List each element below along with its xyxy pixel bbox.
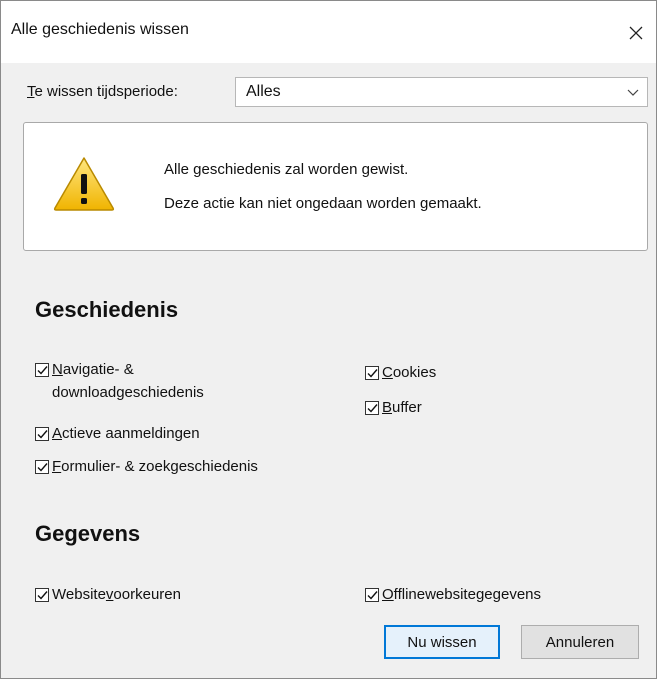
checkbox-box[interactable]	[35, 460, 49, 474]
clear-now-button[interactable]: Nu wissen	[384, 625, 500, 659]
checkmark-icon	[37, 590, 48, 600]
time-range-select[interactable]: Alles	[235, 77, 648, 107]
checkbox-browsing-download-history[interactable]: Navigatie- & downloadgeschiedenis	[35, 358, 204, 404]
history-heading: Geschiedenis	[35, 297, 179, 322]
checkmark-icon	[37, 429, 48, 439]
checkbox-box[interactable]	[35, 588, 49, 602]
chevron-down-icon	[627, 89, 639, 96]
close-button[interactable]	[616, 15, 656, 51]
checkbox-box[interactable]	[365, 366, 379, 380]
checkbox-site-preferences[interactable]: Websitevoorkeuren	[35, 583, 181, 606]
warning-icon	[53, 157, 115, 211]
checkmark-icon	[37, 462, 48, 472]
cancel-button[interactable]: Annuleren	[521, 625, 639, 659]
clear-history-dialog: Alle geschiedenis wissen Te wissen tijds…	[0, 0, 657, 679]
checkbox-box[interactable]	[365, 588, 379, 602]
warning-message: Alle geschiedenis zal worden gewist.	[164, 161, 409, 178]
checkbox-offline-website-data[interactable]: Offlinewebsitegegevens	[365, 583, 541, 606]
close-icon	[629, 26, 643, 40]
checkmark-icon	[367, 403, 378, 413]
checkbox-cookies[interactable]: Cookies	[365, 361, 436, 384]
title-bar: Alle geschiedenis wissen	[1, 1, 656, 63]
dialog-content: Te wissen tijdsperiode: Alles Alle gesch…	[1, 63, 656, 678]
time-range-label: Te wissen tijdsperiode:	[27, 83, 178, 100]
checkbox-active-logins[interactable]: Actieve aanmeldingen	[35, 422, 200, 445]
checkmark-icon	[367, 368, 378, 378]
dialog-title: Alle geschiedenis wissen	[11, 21, 189, 38]
data-heading: Gegevens	[35, 521, 141, 546]
checkbox-box[interactable]	[365, 401, 379, 415]
time-range-value: Alles	[246, 83, 281, 100]
checkbox-cache[interactable]: Buffer	[365, 396, 422, 419]
warning-panel: Alle geschiedenis zal worden gewist. Dez…	[23, 122, 648, 251]
checkmark-icon	[367, 590, 378, 600]
checkbox-box[interactable]	[35, 363, 49, 377]
checkbox-form-search-history[interactable]: Formulier- & zoekgeschiedenis	[35, 455, 258, 478]
warning-detail: Deze actie kan niet ongedaan worden gema…	[164, 195, 482, 212]
checkmark-icon	[37, 365, 48, 375]
checkbox-box[interactable]	[35, 427, 49, 441]
